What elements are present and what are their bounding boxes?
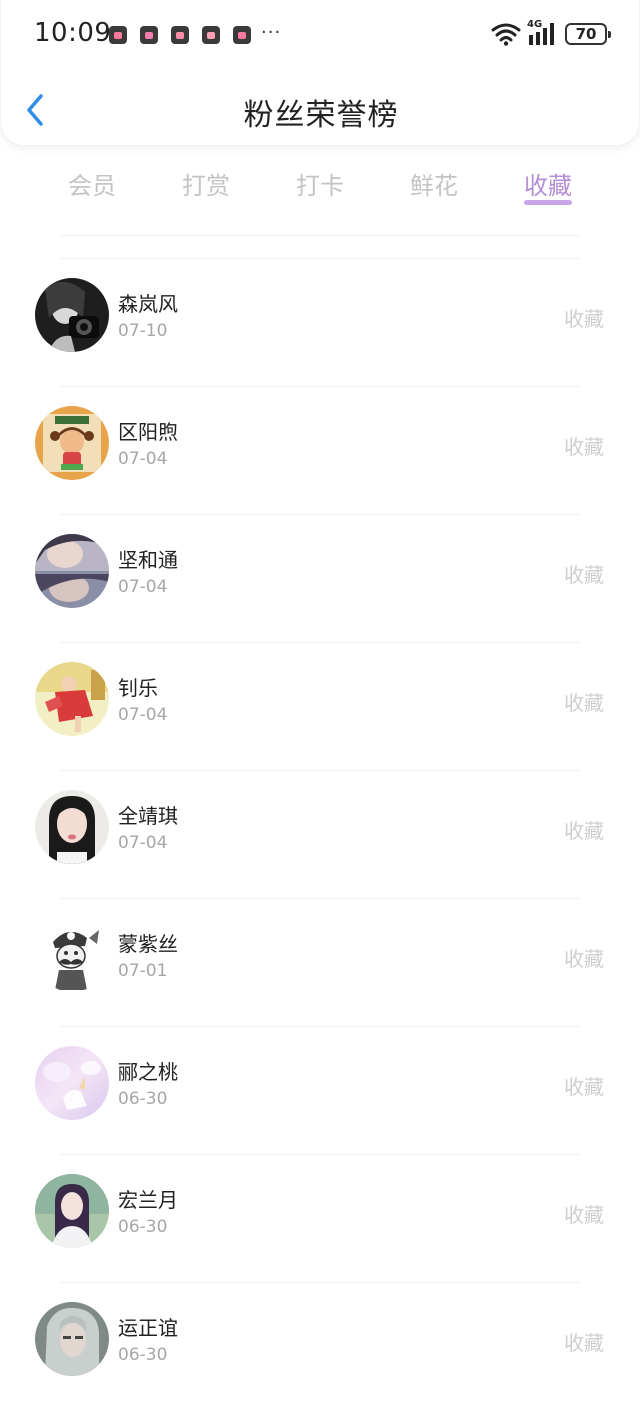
tab-flowers[interactable]: 鲜花 xyxy=(377,166,491,201)
app-notification-icon xyxy=(202,26,220,44)
divider xyxy=(60,642,580,643)
wifi-icon xyxy=(491,23,521,46)
divider xyxy=(60,258,580,259)
fan-row[interactable]: 蒙紫丝 07-01 收藏 xyxy=(0,898,640,1026)
fan-action-label: 收藏 xyxy=(564,435,604,459)
avatar[interactable] xyxy=(35,662,109,736)
battery-icon: 70 xyxy=(565,23,611,45)
fan-row[interactable]: 宏兰月 06-30 收藏 xyxy=(0,1154,640,1282)
avatar[interactable] xyxy=(35,1302,109,1376)
divider xyxy=(60,514,580,515)
fan-row[interactable]: 全靖琪 07-04 收藏 xyxy=(0,770,640,898)
tab-checkin[interactable]: 打卡 xyxy=(263,166,377,201)
avatar[interactable] xyxy=(35,1046,109,1120)
divider xyxy=(60,386,580,387)
fan-date: 06-30 xyxy=(118,1089,168,1109)
avatar[interactable] xyxy=(35,1174,109,1248)
avatar[interactable] xyxy=(35,534,109,608)
fan-name: 全靖琪 xyxy=(118,804,178,828)
header-card: 10:09 ··· 4G 70 粉丝荣誉榜 xyxy=(0,0,640,146)
divider xyxy=(60,898,580,899)
fan-action-label: 收藏 xyxy=(564,1075,604,1099)
fan-action-label: 收藏 xyxy=(564,563,604,587)
more-notifications-icon: ··· xyxy=(261,22,282,43)
status-time: 10:09 xyxy=(34,18,112,48)
fan-row[interactable]: 郦之桃 06-30 收藏 xyxy=(0,1026,640,1154)
cellular-signal-icon: 4G xyxy=(527,19,559,47)
fan-action-label: 收藏 xyxy=(564,691,604,715)
fan-date: 07-04 xyxy=(118,833,168,853)
navigation-bar: 粉丝荣誉榜 xyxy=(1,76,640,146)
app-notification-icon xyxy=(140,26,158,44)
status-bar: 10:09 ··· 4G 70 xyxy=(1,0,640,68)
page-title: 粉丝荣誉榜 xyxy=(243,98,399,133)
app-notification-icon xyxy=(233,26,251,44)
fan-action-label: 收藏 xyxy=(564,307,604,331)
fan-date: 06-30 xyxy=(118,1345,168,1365)
status-indicators: 4G 70 xyxy=(491,19,611,48)
app-notification-icon xyxy=(109,26,127,44)
divider xyxy=(60,770,580,771)
fan-date: 07-04 xyxy=(118,449,168,469)
avatar[interactable] xyxy=(35,278,109,352)
fan-name: 坚和通 xyxy=(118,548,178,572)
fan-row[interactable]: 钊乐 07-04 收藏 xyxy=(0,642,640,770)
tab-favorites[interactable]: 收藏 xyxy=(491,166,605,201)
fan-name: 区阳煦 xyxy=(118,420,178,444)
notification-icons xyxy=(109,26,251,44)
fan-date: 07-04 xyxy=(118,705,168,725)
fan-action-label: 收藏 xyxy=(564,1203,604,1227)
fan-row[interactable]: 坚和通 07-04 收藏 xyxy=(0,514,640,642)
divider xyxy=(60,1282,580,1283)
tab-bar: 会员 打赏 打卡 鲜花 收藏 xyxy=(0,156,640,220)
fan-name: 蒙紫丝 xyxy=(118,932,178,956)
divider xyxy=(60,1026,580,1027)
avatar[interactable] xyxy=(35,406,109,480)
fan-action-label: 收藏 xyxy=(564,819,604,843)
divider xyxy=(60,1154,580,1155)
fan-list: 森岚风 07-10 收藏 区阳煦 07-04 收藏 坚和通 07-04 收藏 钊… xyxy=(0,258,640,1410)
avatar[interactable] xyxy=(35,918,109,992)
tab-member[interactable]: 会员 xyxy=(35,166,149,201)
fan-row[interactable]: 区阳煦 07-04 收藏 xyxy=(0,386,640,514)
fan-row[interactable]: 运正谊 06-30 收藏 xyxy=(0,1282,640,1410)
fan-date: 07-01 xyxy=(118,961,168,981)
active-tab-indicator xyxy=(524,200,572,205)
fan-date: 07-04 xyxy=(118,577,168,597)
fan-action-label: 收藏 xyxy=(564,1331,604,1355)
fan-name: 森岚风 xyxy=(118,292,178,316)
fan-action-label: 收藏 xyxy=(564,947,604,971)
fan-date: 07-10 xyxy=(118,321,168,341)
fan-name: 宏兰月 xyxy=(118,1188,178,1212)
tab-reward[interactable]: 打赏 xyxy=(149,166,263,201)
avatar[interactable] xyxy=(35,790,109,864)
fan-row[interactable]: 森岚风 07-10 收藏 xyxy=(0,258,640,386)
divider xyxy=(60,235,580,236)
fan-date: 06-30 xyxy=(118,1217,168,1237)
fan-name: 钊乐 xyxy=(118,676,158,700)
fan-name: 郦之桃 xyxy=(118,1060,178,1084)
fan-name: 运正谊 xyxy=(118,1316,178,1340)
app-notification-icon xyxy=(171,26,189,44)
